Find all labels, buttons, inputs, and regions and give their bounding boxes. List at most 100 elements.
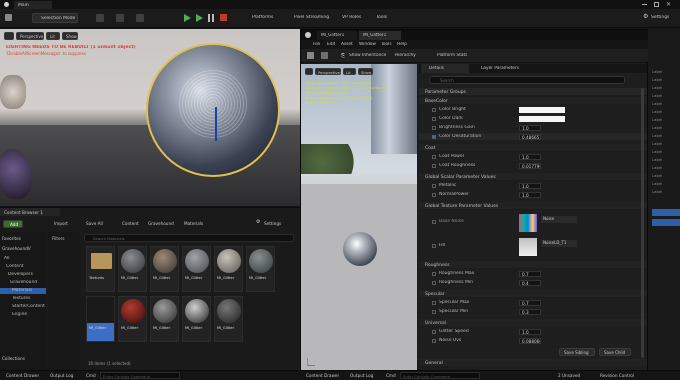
param-checkbox[interactable] (432, 310, 436, 314)
outliner-row[interactable]: Label (652, 141, 662, 146)
asset-tile[interactable]: MI_Glitter (182, 246, 211, 292)
param-value-input[interactable]: 1.0 (519, 192, 541, 198)
details-search-input[interactable]: Search (429, 76, 625, 84)
menu-tools[interactable]: Tools (381, 42, 392, 47)
save-sibling-button[interactable]: Save Sibling (559, 348, 595, 356)
maximize-icon[interactable] (654, 2, 659, 7)
save-child-button[interactable]: Save Child (599, 348, 631, 356)
outliner-row[interactable]: Label (652, 85, 662, 90)
save-icon[interactable] (5, 14, 12, 21)
texture-dropdown[interactable]: NoiseLD_T1 (541, 240, 577, 247)
param-checkbox[interactable] (432, 155, 436, 159)
save-all-button[interactable]: Save All (80, 220, 106, 228)
asset-tile[interactable]: MI_Glitter (150, 246, 179, 292)
param-checkbox[interactable] (432, 108, 436, 112)
color-swatch-white[interactable] (519, 116, 565, 122)
section-base-color[interactable]: BaseColor (419, 97, 647, 105)
param-value-input[interactable]: 0.3 (519, 309, 541, 315)
asset-tile[interactable]: MI_Glitter (86, 296, 115, 342)
content-drawer-button[interactable]: Content Drawer (6, 373, 39, 378)
project-header[interactable]: GravehoundV (2, 246, 31, 251)
color-swatch-white[interactable] (519, 107, 565, 113)
asset-tile[interactable]: MI_Glitter (182, 296, 211, 342)
outliner-highlight[interactable] (652, 209, 680, 216)
section-specular[interactable]: Specular (419, 290, 647, 298)
param-value-input[interactable]: 0.4 (519, 280, 541, 286)
param-checkbox[interactable] (432, 301, 436, 305)
play-icon[interactable] (184, 14, 191, 22)
me-tab-2[interactable]: MI_Glitter1 (359, 31, 401, 40)
minimize-icon[interactable] (642, 4, 647, 5)
asset-tile[interactable]: MI_Glitter (214, 246, 243, 292)
platforms-menu[interactable]: Platforms (246, 14, 282, 22)
show-inheritance-icon[interactable]: ⎘ (341, 53, 345, 59)
outliner-row[interactable]: Label (652, 93, 662, 98)
me-output-log-button[interactable]: Output Log (350, 373, 373, 378)
outliner-row[interactable]: Label (652, 189, 662, 194)
add-button[interactable]: Add (3, 220, 23, 228)
hierarchy-button[interactable]: Hierarchy (395, 53, 416, 58)
menu-edit[interactable]: Edit (327, 42, 335, 47)
outliner-row[interactable]: Label (652, 173, 662, 178)
show-button[interactable]: Show (62, 32, 78, 40)
layer-parameters-tab[interactable]: Layer Parameters (473, 64, 533, 73)
step-icon[interactable] (196, 14, 203, 22)
param-checkbox[interactable] (432, 272, 436, 276)
param-value-input[interactable]: 1.0 (519, 125, 541, 131)
param-value-input[interactable]: 0.7 (519, 300, 541, 306)
tools-menu[interactable]: Tools (372, 14, 394, 22)
cb-search-input[interactable]: Search Materials (84, 234, 294, 242)
perspective-button[interactable]: Perspective (16, 32, 44, 40)
param-value-input[interactable]: 0.017796 (519, 163, 541, 169)
favorites-header[interactable]: Favorites (2, 236, 21, 241)
param-value-input[interactable]: 0.7 (519, 271, 541, 277)
asset-tile[interactable]: MI_Glitter (118, 296, 147, 342)
texture-thumbnail-noise[interactable] (519, 214, 537, 232)
param-checkbox[interactable] (432, 117, 436, 121)
settings-menu[interactable]: ⚙ Settings (643, 13, 677, 22)
asset-tile[interactable]: MI_Glitter (246, 246, 275, 292)
folder-item[interactable]: Engine (0, 312, 46, 318)
asset-tile[interactable]: MI_Glitter (214, 296, 243, 342)
quick-add-icon[interactable] (136, 14, 144, 22)
outliner-row[interactable]: Label (652, 77, 662, 82)
param-checkbox[interactable] (432, 193, 436, 197)
outliner-row[interactable]: Label (652, 101, 662, 106)
param-value-input[interactable]: 1.0 (519, 183, 541, 189)
param-checkbox[interactable] (432, 339, 436, 343)
breadcrumb-content[interactable]: Content (122, 221, 139, 226)
selection-mode-button[interactable]: Selection Mode (32, 13, 78, 23)
folder-item[interactable]: Materials (0, 288, 46, 294)
cmd-dropdown[interactable]: Cmd (86, 373, 96, 378)
preview-menu-icon[interactable] (305, 68, 313, 75)
unsaved-indicator[interactable]: 2 Unsaved (558, 373, 580, 378)
preview-lit-button[interactable]: Lit (343, 68, 356, 75)
param-checkbox[interactable] (432, 135, 436, 139)
param-checkbox[interactable] (432, 164, 436, 168)
filters-header[interactable]: Filters (52, 236, 65, 241)
param-checkbox[interactable] (432, 244, 436, 248)
asset-tile[interactable]: Textures (86, 246, 115, 292)
outliner-highlight-2[interactable] (652, 219, 680, 226)
outliner-row[interactable]: Label (652, 69, 662, 74)
folder-item[interactable]: All (0, 256, 46, 262)
me-console-input[interactable]: Enter Console Command (400, 372, 480, 379)
breadcrumb-gravehound[interactable]: Gravehound (148, 221, 174, 226)
show-inheritance-button[interactable]: Show Inheritance (349, 53, 386, 58)
output-log-button[interactable]: Output Log (50, 373, 73, 378)
asset-tile[interactable]: MI_Glitter (150, 296, 179, 342)
cb-tab[interactable]: Content Browser 1 (0, 208, 60, 216)
section-general[interactable]: General (419, 359, 647, 367)
outliner-row[interactable]: Label (652, 149, 662, 154)
outliner-row[interactable]: Label (652, 125, 662, 130)
preview-perspective-button[interactable]: Perspective (315, 68, 341, 75)
param-checkbox[interactable] (432, 220, 436, 224)
platform-stats-button[interactable]: Platform Stats (437, 53, 467, 58)
pixel-streaming-menu[interactable]: Pixel Streaming (288, 14, 334, 22)
details-scrollbar[interactable] (641, 88, 644, 358)
preview-show-button[interactable]: Show (358, 68, 373, 75)
stop-icon[interactable] (220, 14, 227, 21)
browse-icon[interactable] (321, 52, 328, 59)
section-parameter-groups[interactable]: Parameter Groups (419, 88, 647, 96)
import-button[interactable]: Import (48, 220, 74, 228)
